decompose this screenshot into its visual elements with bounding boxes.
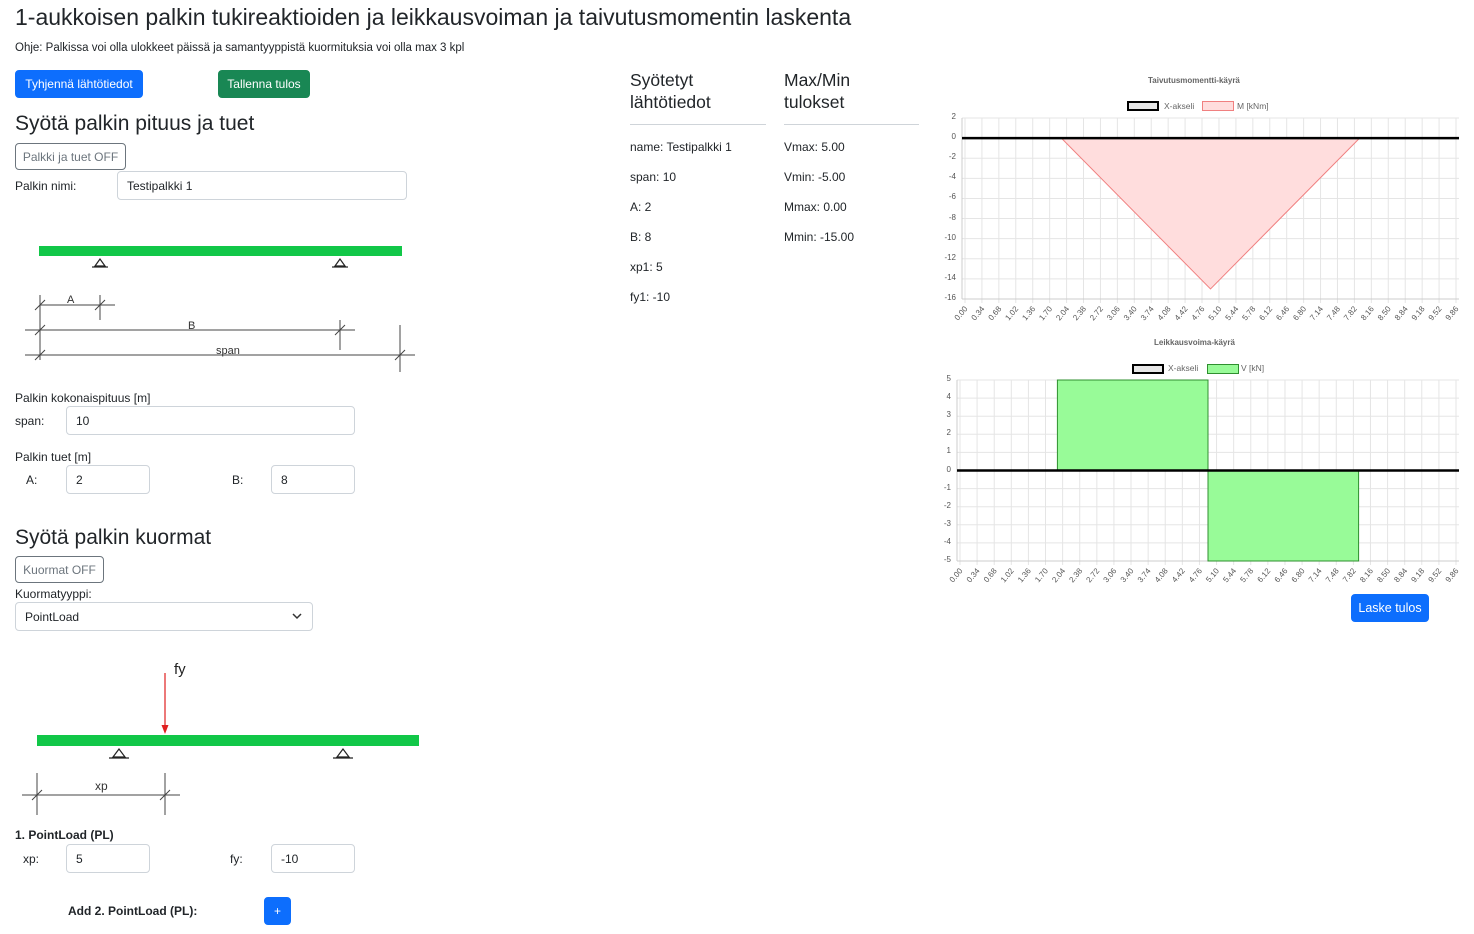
shear-x-tick-label: 3.74 <box>1136 566 1153 584</box>
shear-x-tick-label: 4.42 <box>1170 566 1187 584</box>
shear-x-tick-label: 7.48 <box>1324 566 1341 584</box>
shear-x-tick-label: 4.08 <box>1153 566 1170 584</box>
shear-x-tick-label: 2.04 <box>1050 566 1067 584</box>
shear-x-tick-label: 7.82 <box>1341 566 1358 584</box>
shear-x-tick-label: 2.38 <box>1067 566 1084 584</box>
shear-x-tick-label: 9.86 <box>1444 566 1461 584</box>
shear-x-tick-label: 5.44 <box>1221 566 1238 584</box>
shear-x-tick-label: 0.68 <box>982 566 999 584</box>
shear-x-tick-label: 9.18 <box>1409 566 1426 584</box>
shear-x-tick-label: 5.10 <box>1204 566 1221 584</box>
shear-x-tick-label: 6.12 <box>1255 566 1272 584</box>
shear-x-tick-label: 5.78 <box>1238 566 1255 584</box>
shear-x-tick-label: 8.84 <box>1392 566 1409 584</box>
shear-x-tick-label: 7.14 <box>1307 566 1324 584</box>
shear-x-tick-label: 2.72 <box>1084 566 1101 584</box>
shear-x-tick-label: 8.50 <box>1375 566 1392 584</box>
shear-x-tick-label: 6.46 <box>1273 566 1290 584</box>
shear-x-tick-label: 0.34 <box>965 566 982 584</box>
shear-x-tick-label: 3.06 <box>1102 566 1119 584</box>
shear-x-tick-label: 3.40 <box>1119 566 1136 584</box>
shear-x-tick-label: 1.70 <box>1033 566 1050 584</box>
shear-x-tick-label: 8.16 <box>1358 566 1375 584</box>
shear-x-tick-label: 0.00 <box>948 566 965 584</box>
shear-x-tick-label: 4.76 <box>1187 566 1204 584</box>
calculate-button[interactable]: Laske tulos <box>1351 594 1429 622</box>
shear-x-tick-label: 6.80 <box>1290 566 1307 584</box>
shear-x-tick-label: 1.02 <box>999 566 1016 584</box>
shear-x-tick-label: 9.52 <box>1427 566 1444 584</box>
shear-x-tick-label: 1.36 <box>1016 566 1033 584</box>
shear-chart-plot: 0.00 0.34 0.68 1.02 1.36 1.70 2.04 2.38 2.72 3.06… <box>948 379 1461 584</box>
